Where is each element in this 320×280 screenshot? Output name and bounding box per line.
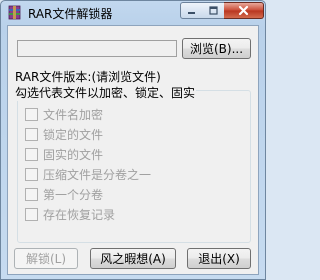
checkbox-box[interactable] — [25, 127, 38, 141]
options-group-title: 勾选代表文件以加密、锁定、固实 — [14, 84, 197, 101]
maximize-icon — [208, 6, 218, 15]
maximize-button[interactable] — [202, 2, 225, 19]
unlock-button[interactable]: 解锁(L) — [14, 248, 78, 269]
rar-version-label: RAR文件版本:(请浏览文件) — [15, 70, 161, 84]
theme-button[interactable]: 风之暇想(A) — [90, 248, 176, 269]
checkbox-box[interactable] — [25, 187, 38, 201]
checkbox-box[interactable] — [25, 107, 38, 121]
locked-file-checkbox[interactable]: 锁定的文件 — [25, 126, 103, 142]
checkbox-label: 锁定的文件 — [43, 127, 104, 142]
window-title: RAR文件解锁器 — [28, 7, 113, 21]
checkbox-label: 压缩文件是分卷之一 — [43, 167, 152, 182]
recovery-record-checkbox[interactable]: 存在恢复记录 — [25, 206, 115, 222]
rar-unlocker-window: RAR文件解锁器 浏览(B)... RAR文件版本:(请浏览文件) 勾选代表文件… — [0, 0, 266, 280]
first-volume-checkbox[interactable]: 第一个分卷 — [25, 186, 103, 202]
close-icon — [238, 5, 249, 16]
dialog-body: 浏览(B)... RAR文件版本:(请浏览文件) 勾选代表文件以加密、锁定、固实… — [7, 25, 259, 275]
title-bar[interactable]: RAR文件解锁器 — [1, 1, 265, 25]
browse-button[interactable]: 浏览(B)... — [182, 38, 251, 59]
checkbox-box[interactable] — [25, 167, 38, 181]
minimize-icon — [188, 12, 195, 14]
checkbox-label: 存在恢复记录 — [43, 207, 116, 222]
checkbox-label: 固实的文件 — [43, 147, 104, 162]
file-path-input[interactable] — [17, 40, 177, 57]
minimize-button[interactable] — [180, 2, 203, 19]
solid-file-checkbox[interactable]: 固实的文件 — [25, 146, 103, 162]
checkbox-box[interactable] — [25, 207, 38, 221]
checkbox-label: 文件名加密 — [43, 107, 104, 122]
multivolume-checkbox[interactable]: 压缩文件是分卷之一 — [25, 166, 151, 182]
close-button[interactable] — [224, 2, 264, 19]
encrypt-filenames-checkbox[interactable]: 文件名加密 — [25, 106, 103, 122]
checkbox-box[interactable] — [25, 147, 38, 161]
checkbox-label: 第一个分卷 — [43, 187, 104, 202]
rar-archive-icon — [7, 5, 22, 20]
exit-button[interactable]: 退出(X) — [187, 248, 251, 269]
